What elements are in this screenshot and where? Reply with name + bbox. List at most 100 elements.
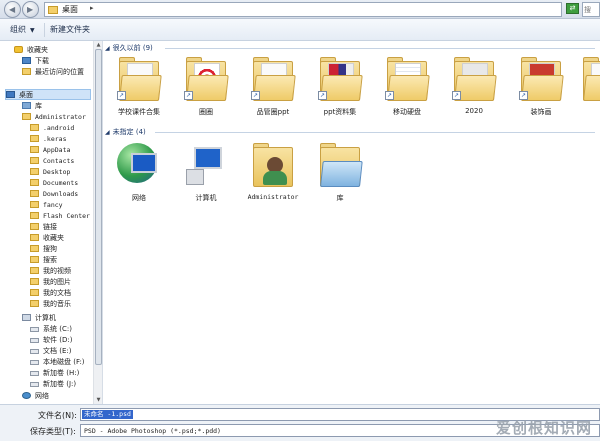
folder-icon xyxy=(30,245,39,252)
filetype-label: 保存类型(T): xyxy=(30,427,76,436)
collapse-icon: ◢ xyxy=(105,129,110,136)
library-icon xyxy=(22,102,31,109)
download-icon xyxy=(22,57,31,64)
item-label: 库 xyxy=(336,194,344,202)
sidebar-item-documents[interactable]: Documents xyxy=(30,178,78,189)
computer-icon xyxy=(22,314,31,321)
filename-value[interactable]: 未命名 -1.psd xyxy=(82,410,133,419)
chevron-down-icon: ▼ xyxy=(30,27,35,34)
folder-icon xyxy=(30,190,39,197)
new-folder-button[interactable]: 新建文件夹 xyxy=(50,24,90,35)
sidebar-item-administrator[interactable]: Administrator xyxy=(22,112,86,123)
network-icon xyxy=(117,143,159,185)
sidebar-item-drive-c[interactable]: 系统 (C:) xyxy=(30,324,72,335)
folder-icon xyxy=(30,201,39,208)
folder-item[interactable]: ↗ 圈圈 xyxy=(174,53,238,131)
sidebar-item-drive-e[interactable]: 文档 (E:) xyxy=(30,346,71,357)
folder-item[interactable]: ↗ 2020 xyxy=(442,53,506,131)
sidebar-item-downloads[interactable]: 下载 xyxy=(22,56,49,67)
sidebar-item-searches[interactable]: 搜索 xyxy=(30,255,57,266)
folder-item-partial[interactable] xyxy=(571,53,600,131)
group-divider xyxy=(165,48,595,49)
sidebar-item-sogou[interactable]: 搜狗 xyxy=(30,244,57,255)
scroll-down-icon[interactable]: ▼ xyxy=(94,396,103,404)
sidebar-item-fancy[interactable]: fancy xyxy=(30,200,63,211)
sidebar-item-favorites[interactable]: 收藏夹 xyxy=(14,45,48,56)
library-item[interactable]: 库 xyxy=(308,139,372,217)
folder-icon xyxy=(30,300,39,307)
organize-button[interactable]: 组织 ▼ xyxy=(10,24,35,35)
computer-item[interactable]: 计算机 xyxy=(174,139,238,217)
sidebar-item-network[interactable]: 网络 xyxy=(22,391,49,402)
address-field[interactable]: 桌面 ▸ xyxy=(44,2,562,17)
refresh-button[interactable]: ⇄ xyxy=(566,3,579,14)
shortcut-arrow-icon: ↗ xyxy=(385,91,394,100)
shortcut-arrow-icon: ↗ xyxy=(117,91,126,100)
folder-icon xyxy=(30,212,39,219)
drive-icon xyxy=(30,360,39,365)
sidebar-item-downloads-folder[interactable]: Downloads xyxy=(30,189,78,200)
chevron-right-icon[interactable]: ▸ xyxy=(90,4,94,12)
scroll-up-icon[interactable]: ▲ xyxy=(94,41,103,49)
organize-label: 组织 xyxy=(10,25,26,34)
item-label: 品管圈ppt xyxy=(256,108,290,116)
forward-button[interactable]: ▶ xyxy=(22,1,39,18)
network-item[interactable]: 网络 xyxy=(107,139,171,217)
folder-icon xyxy=(583,57,600,101)
folder-icon xyxy=(30,289,39,296)
sidebar-item-drive-d[interactable]: 软件 (D:) xyxy=(30,335,72,346)
sidebar-item-drive-h[interactable]: 新加卷 (H:) xyxy=(30,368,79,379)
drive-icon xyxy=(30,371,39,376)
sidebar-item-desktop-folder[interactable]: Desktop xyxy=(30,167,70,178)
filename-label: 文件名(N): xyxy=(38,411,77,420)
shortcut-arrow-icon: ↗ xyxy=(251,91,260,100)
group-header-long-ago[interactable]: ◢ 很久以前 (9) xyxy=(105,43,153,53)
sidebar-item-my-documents[interactable]: 我的文档 xyxy=(30,288,71,299)
sidebar-item-contacts[interactable]: Contacts xyxy=(30,156,74,167)
folder-icon xyxy=(48,6,58,14)
folder-item[interactable]: ↗ 学校课件合集 xyxy=(107,53,171,131)
address-path: 桌面 xyxy=(62,5,78,14)
sidebar-item-favorites-folder[interactable]: 收藏夹 xyxy=(30,233,64,244)
navigation-scrollbar[interactable]: ▲ ▼ xyxy=(93,41,102,404)
user-folder-icon xyxy=(253,143,293,187)
sidebar-item-drive-f[interactable]: 本地磁盘 (F:) xyxy=(30,357,85,368)
drive-icon xyxy=(30,349,39,354)
shortcut-arrow-icon: ↗ xyxy=(318,91,327,100)
search-input[interactable]: 搜 xyxy=(582,2,600,17)
sidebar-item-libraries[interactable]: 库 xyxy=(22,101,42,112)
sidebar-item-computer[interactable]: 计算机 xyxy=(22,313,56,324)
folder-icon xyxy=(30,168,39,175)
item-label: 学校课件合集 xyxy=(118,108,160,116)
sidebar-item-flash-center[interactable]: Flash Center xyxy=(30,211,90,222)
drive-icon xyxy=(30,338,39,343)
folder-item[interactable]: ↗ 品管圈ppt xyxy=(241,53,305,131)
sidebar-item-drive-j[interactable]: 新加卷 (J:) xyxy=(30,379,76,390)
sidebar-item-my-music[interactable]: 我的音乐 xyxy=(30,299,71,310)
sidebar-item-my-videos[interactable]: 我的视频 xyxy=(30,266,71,277)
user-folder-item[interactable]: Administrator xyxy=(241,139,305,217)
item-label: 移动硬盘 xyxy=(393,108,421,116)
folder-icon xyxy=(30,256,39,263)
sidebar-item-my-pictures[interactable]: 我的图片 xyxy=(30,277,71,288)
filetype-value: PSD - Adobe Photoshop (*.psd;*.pdd) xyxy=(84,427,221,435)
sidebar-item-links[interactable]: 链接 xyxy=(30,222,57,233)
sidebar-item-keras[interactable]: .keras xyxy=(30,134,66,145)
navigation-pane: 收藏夹 下载 最近访问的位置 桌面 库 Administrator .andro… xyxy=(0,41,103,404)
collapse-icon: ◢ xyxy=(105,45,110,52)
item-label: 计算机 xyxy=(195,194,217,202)
sidebar-item-desktop[interactable]: 桌面 xyxy=(5,89,91,100)
drive-icon xyxy=(30,382,39,387)
folder-item[interactable]: ↗ 装饰画 xyxy=(509,53,573,131)
folder-item[interactable]: ↗ ppt资料集 xyxy=(308,53,372,131)
folder-item[interactable]: ↗ 移动硬盘 xyxy=(375,53,439,131)
sidebar-item-appdata[interactable]: AppData xyxy=(30,145,70,156)
group-header-unspecified[interactable]: ◢ 未指定 (4) xyxy=(105,127,146,137)
toolbar: 组织 ▼ 新建文件夹 xyxy=(0,19,600,41)
back-button[interactable]: ◀ xyxy=(4,1,21,18)
sidebar-item-android[interactable]: .android xyxy=(30,123,74,134)
sidebar-item-recent[interactable]: 最近访问的位置 xyxy=(22,67,84,78)
group-divider xyxy=(155,132,595,133)
scrollbar-thumb[interactable] xyxy=(95,49,102,365)
folder-icon xyxy=(30,135,39,142)
